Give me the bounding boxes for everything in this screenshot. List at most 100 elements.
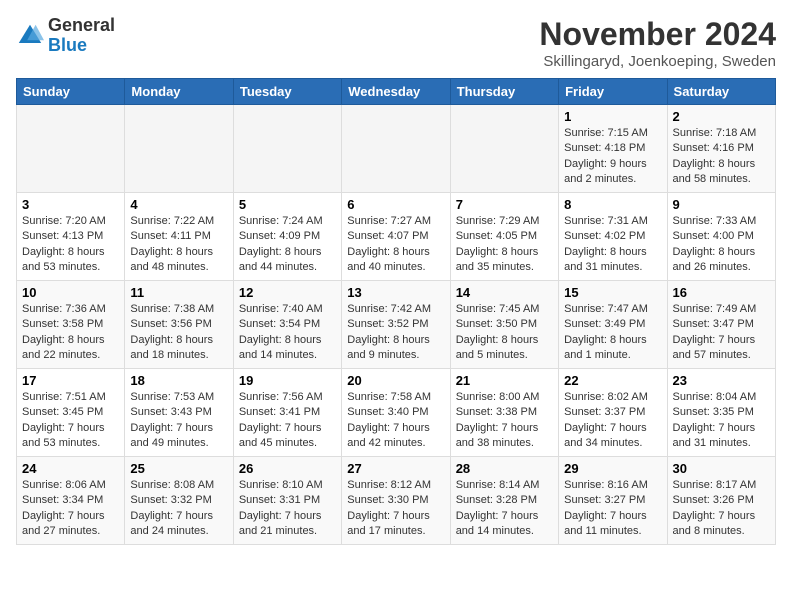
day-info: Sunrise: 8:02 AM Sunset: 3:37 PM Dayligh… (564, 390, 661, 452)
day-number: 3 (22, 197, 119, 212)
calendar-day-cell: 18 Sunrise: 7:53 AM Sunset: 3:43 PM Dayli… (125, 369, 233, 457)
day-number: 29 (564, 461, 661, 476)
calendar-day-cell: 11Sunrise: 7:38 AM Sunset: 3:56 PM Dayli… (125, 281, 233, 369)
calendar-week-row: 17Sunrise: 7:51 AM Sunset: 3:45 PM Dayli… (17, 369, 776, 457)
logo: General Blue (16, 16, 115, 56)
day-number: 5 (239, 197, 336, 212)
calendar-day-cell: 10 Sunrise: 7:36 AM Sunset: 3:58 PM Dayli… (17, 281, 125, 369)
day-number: 20 (347, 373, 444, 388)
calendar-day-cell: 2 Sunrise: 7:18 AM Sunset: 4:16 PM Daylig… (667, 105, 775, 193)
calendar-body: 1 Sunrise: 7:15 AM Sunset: 4:18 PM Daylig… (17, 105, 776, 545)
day-info: Sunrise: 7:38 AM Sunset: 3:56 PM Dayligh… (130, 302, 227, 364)
calendar-day-cell: 22 Sunrise: 8:02 AM Sunset: 3:37 PM Dayli… (559, 369, 667, 457)
calendar-day-cell: 29 Sunrise: 8:16 AM Sunset: 3:27 PM Dayli… (559, 457, 667, 545)
day-info: Sunrise: 7:31 AM Sunset: 4:02 PM Dayligh… (564, 214, 661, 276)
day-number: 24 (22, 461, 119, 476)
day-number: 17 (22, 373, 119, 388)
calendar-day-cell: 15 Sunrise: 7:47 AM Sunset: 3:49 PM Dayli… (559, 281, 667, 369)
calendar-day-cell: 14Sunrise: 7:45 AM Sunset: 3:50 PM Dayli… (450, 281, 558, 369)
header: General Blue November 2024 Skillingaryd,… (16, 16, 776, 70)
day-number: 21 (456, 373, 553, 388)
calendar-day-cell (233, 105, 341, 193)
day-info: Sunrise: 8:10 AM Sunset: 3:31 PM Dayligh… (239, 478, 336, 540)
day-number: 25 (130, 461, 227, 476)
day-number: 14 (456, 285, 553, 300)
day-number: 1 (564, 109, 661, 124)
weekday-header-cell: Saturday (667, 79, 775, 105)
calendar-day-cell (450, 105, 558, 193)
day-info: Sunrise: 7:22 AM Sunset: 4:11 PM Dayligh… (130, 214, 227, 276)
calendar-day-cell: 13 Sunrise: 7:42 AM Sunset: 3:52 PM Dayli… (342, 281, 450, 369)
calendar-day-cell: 4 Sunrise: 7:22 AM Sunset: 4:11 PM Daylig… (125, 193, 233, 281)
day-info: Sunrise: 7:40 AM Sunset: 3:54 PM Dayligh… (239, 302, 336, 364)
day-info: Sunrise: 7:15 AM Sunset: 4:18 PM Dayligh… (564, 126, 661, 188)
day-number: 22 (564, 373, 661, 388)
day-number: 9 (673, 197, 770, 212)
calendar-day-cell: 24 Sunrise: 8:06 AM Sunset: 3:34 PM Dayli… (17, 457, 125, 545)
calendar-day-cell (125, 105, 233, 193)
day-number: 30 (673, 461, 770, 476)
day-info: Sunrise: 8:12 AM Sunset: 3:30 PM Dayligh… (347, 478, 444, 540)
day-number: 4 (130, 197, 227, 212)
calendar-week-row: 10 Sunrise: 7:36 AM Sunset: 3:58 PM Dayli… (17, 281, 776, 369)
calendar-day-cell: 3 Sunrise: 7:20 AM Sunset: 4:13 PM Daylig… (17, 193, 125, 281)
day-number: 18 (130, 373, 227, 388)
day-info: Sunrise: 8:00 AM Sunset: 3:38 PM Dayligh… (456, 390, 553, 452)
day-info: Sunrise: 7:58 AM Sunset: 3:40 PM Dayligh… (347, 390, 444, 452)
calendar-table: SundayMondayTuesdayWednesdayThursdayFrid… (16, 78, 776, 545)
calendar-day-cell: 28 Sunrise: 8:14 AM Sunset: 3:28 PM Dayli… (450, 457, 558, 545)
calendar-day-cell: 1 Sunrise: 7:15 AM Sunset: 4:18 PM Daylig… (559, 105, 667, 193)
day-info: Sunrise: 7:36 AM Sunset: 3:58 PM Dayligh… (22, 302, 119, 364)
day-number: 28 (456, 461, 553, 476)
day-number: 27 (347, 461, 444, 476)
day-info: Sunrise: 7:53 AM Sunset: 3:43 PM Dayligh… (130, 390, 227, 452)
day-number: 10 (22, 285, 119, 300)
calendar-day-cell (342, 105, 450, 193)
day-number: 8 (564, 197, 661, 212)
weekday-header-cell: Tuesday (233, 79, 341, 105)
weekday-header-cell: Friday (559, 79, 667, 105)
day-info: Sunrise: 7:56 AM Sunset: 3:41 PM Dayligh… (239, 390, 336, 452)
month-title: November 2024 (539, 16, 776, 53)
calendar-day-cell: 8 Sunrise: 7:31 AM Sunset: 4:02 PM Daylig… (559, 193, 667, 281)
weekday-header-cell: Thursday (450, 79, 558, 105)
calendar-day-cell: 23 Sunrise: 8:04 AM Sunset: 3:35 PM Dayli… (667, 369, 775, 457)
day-number: 15 (564, 285, 661, 300)
calendar-day-cell: 19Sunrise: 7:56 AM Sunset: 3:41 PM Dayli… (233, 369, 341, 457)
day-info: Sunrise: 8:17 AM Sunset: 3:26 PM Dayligh… (673, 478, 770, 540)
calendar-day-cell: 9Sunrise: 7:33 AM Sunset: 4:00 PM Daylig… (667, 193, 775, 281)
day-info: Sunrise: 7:42 AM Sunset: 3:52 PM Dayligh… (347, 302, 444, 364)
calendar-day-cell: 20 Sunrise: 7:58 AM Sunset: 3:40 PM Dayli… (342, 369, 450, 457)
day-info: Sunrise: 8:14 AM Sunset: 3:28 PM Dayligh… (456, 478, 553, 540)
calendar-day-cell: 6Sunrise: 7:27 AM Sunset: 4:07 PM Daylig… (342, 193, 450, 281)
calendar-day-cell: 7 Sunrise: 7:29 AM Sunset: 4:05 PM Daylig… (450, 193, 558, 281)
day-number: 2 (673, 109, 770, 124)
day-info: Sunrise: 7:47 AM Sunset: 3:49 PM Dayligh… (564, 302, 661, 364)
calendar-day-cell: 27 Sunrise: 8:12 AM Sunset: 3:30 PM Dayli… (342, 457, 450, 545)
day-number: 23 (673, 373, 770, 388)
day-number: 7 (456, 197, 553, 212)
day-info: Sunrise: 8:16 AM Sunset: 3:27 PM Dayligh… (564, 478, 661, 540)
day-number: 12 (239, 285, 336, 300)
day-info: Sunrise: 8:04 AM Sunset: 3:35 PM Dayligh… (673, 390, 770, 452)
day-number: 13 (347, 285, 444, 300)
calendar-week-row: 24 Sunrise: 8:06 AM Sunset: 3:34 PM Dayli… (17, 457, 776, 545)
weekday-header-cell: Wednesday (342, 79, 450, 105)
logo-icon (16, 22, 44, 50)
calendar-week-row: 1 Sunrise: 7:15 AM Sunset: 4:18 PM Daylig… (17, 105, 776, 193)
weekday-header-cell: Monday (125, 79, 233, 105)
day-info: Sunrise: 8:06 AM Sunset: 3:34 PM Dayligh… (22, 478, 119, 540)
calendar-day-cell: 26Sunrise: 8:10 AM Sunset: 3:31 PM Dayli… (233, 457, 341, 545)
day-info: Sunrise: 7:27 AM Sunset: 4:07 PM Dayligh… (347, 214, 444, 276)
weekday-header: SundayMondayTuesdayWednesdayThursdayFrid… (17, 79, 776, 105)
calendar-day-cell: 21 Sunrise: 8:00 AM Sunset: 3:38 PM Dayli… (450, 369, 558, 457)
day-info: Sunrise: 7:18 AM Sunset: 4:16 PM Dayligh… (673, 126, 770, 188)
calendar-day-cell (17, 105, 125, 193)
day-info: Sunrise: 7:20 AM Sunset: 4:13 PM Dayligh… (22, 214, 119, 276)
logo-blue: Blue (48, 35, 87, 55)
calendar-day-cell: 5 Sunrise: 7:24 AM Sunset: 4:09 PM Daylig… (233, 193, 341, 281)
calendar-week-row: 3 Sunrise: 7:20 AM Sunset: 4:13 PM Daylig… (17, 193, 776, 281)
day-info: Sunrise: 7:29 AM Sunset: 4:05 PM Dayligh… (456, 214, 553, 276)
day-info: Sunrise: 7:24 AM Sunset: 4:09 PM Dayligh… (239, 214, 336, 276)
calendar-day-cell: 30 Sunrise: 8:17 AM Sunset: 3:26 PM Dayli… (667, 457, 775, 545)
